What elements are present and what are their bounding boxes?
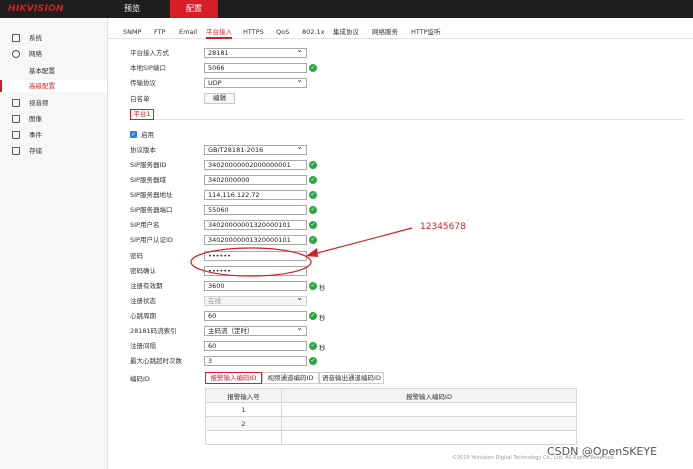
annotation-text: 12345678 [420,222,466,232]
highlight-ellipse [190,247,312,277]
annotation-arrow-head [306,248,318,257]
annotation-overlay [190,227,413,277]
annotation-arrow-line [309,227,413,256]
watermark: CSDN @OpenSKEYE [547,445,658,458]
